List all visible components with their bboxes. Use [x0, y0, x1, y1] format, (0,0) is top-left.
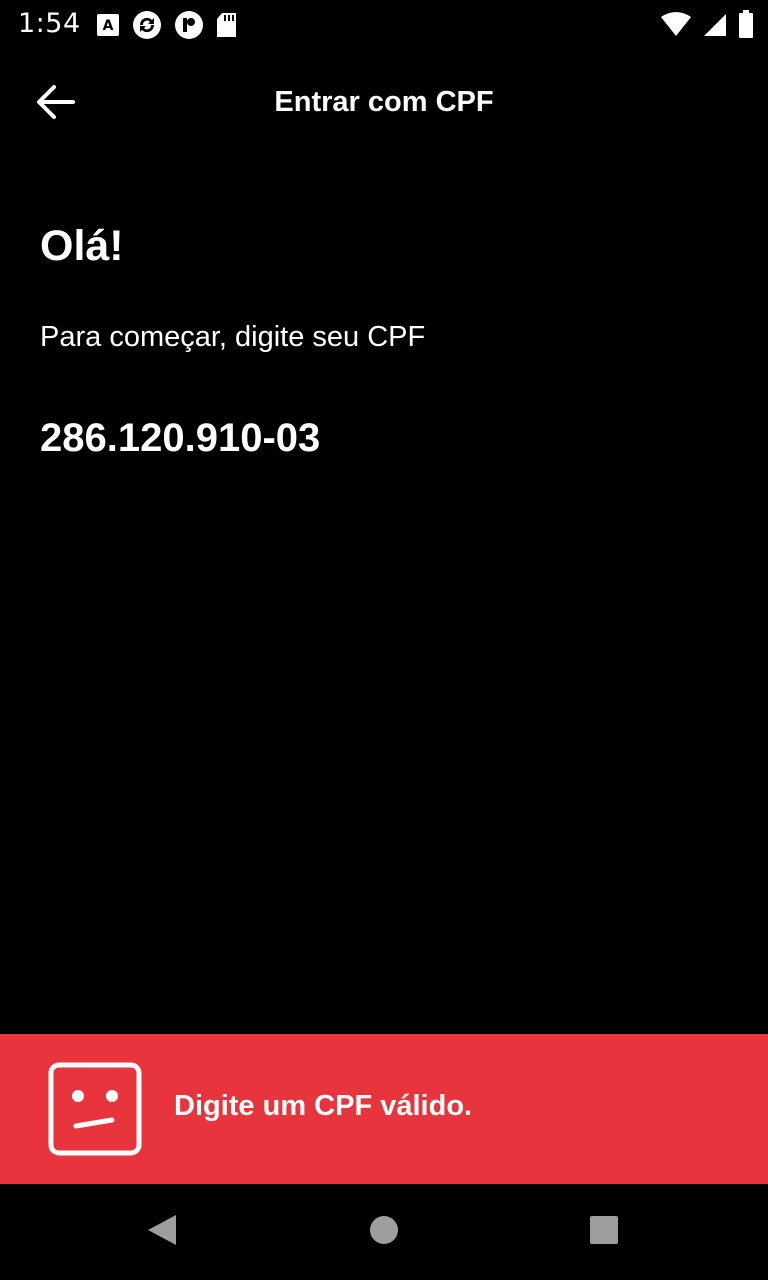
status-icons-right: [660, 10, 754, 43]
signal-icon: [702, 11, 728, 42]
error-message: Digite um CPF válido.: [174, 1090, 473, 1122]
p-app-icon: [174, 10, 204, 45]
instruction-text: Para começar, digite seu CPF: [40, 321, 426, 353]
back-icon: [146, 1213, 178, 1252]
a-notification-icon: A: [96, 13, 120, 42]
status-time: 1:54: [18, 8, 81, 39]
svg-text:A: A: [103, 18, 114, 34]
wifi-icon: [660, 11, 692, 42]
nav-home-button[interactable]: [364, 1212, 404, 1252]
battery-icon: [738, 10, 754, 43]
sad-face-icon: [48, 1062, 142, 1156]
status-icons-left: A: [96, 10, 238, 45]
nav-recents-button[interactable]: [584, 1212, 624, 1252]
app-bar: Entrar com CPF: [0, 60, 768, 148]
greeting-heading: Olá!: [40, 222, 124, 270]
cpf-input[interactable]: [40, 412, 720, 464]
status-bar: 1:54 A: [0, 0, 768, 48]
sd-card-icon: [216, 12, 238, 43]
page-title: Entrar com CPF: [274, 86, 494, 118]
home-icon: [369, 1215, 399, 1250]
recents-icon: [589, 1215, 619, 1250]
screen: 1:54 A Entrar com CPF Olá! Para começar,…: [0, 0, 768, 1280]
error-banner: Digite um CPF válido.: [0, 1034, 768, 1184]
nav-back-button[interactable]: [142, 1212, 182, 1252]
sync-app-icon: [132, 10, 162, 45]
navigation-bar: [0, 1184, 768, 1280]
